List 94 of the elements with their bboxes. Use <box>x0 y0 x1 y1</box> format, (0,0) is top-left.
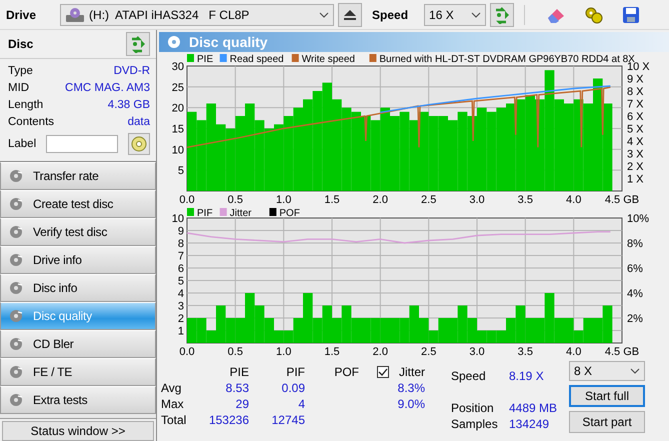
drive-label: Drive <box>6 8 36 22</box>
tick-label: 5 X <box>627 124 644 136</box>
stat-value: 4 <box>297 397 305 411</box>
tick-label: 2.5 <box>421 346 436 358</box>
info-value: CMC MAG. AM3 <box>65 82 150 94</box>
info-value: DVD-R <box>114 65 150 77</box>
tick-label: 3 X <box>627 148 644 160</box>
legend-label: Jitter <box>230 208 252 219</box>
tick-label: 4.5 GB <box>604 346 640 358</box>
drive-name: (H:) ATAPI iHAS324 F CL8P <box>89 8 250 22</box>
legend-label: PIE <box>197 54 214 65</box>
reading-value: 4489 MB <box>509 401 558 415</box>
reading-label: Speed <box>451 369 487 383</box>
tick-label: 9 <box>178 226 184 238</box>
label-caption: Label <box>8 138 36 150</box>
speed-value: 16 X <box>429 8 455 22</box>
tick-label: 1 <box>178 326 184 338</box>
tick-label: 3.0 <box>469 194 485 206</box>
tick-label: 4 <box>178 288 184 300</box>
stat-value: 8.53 <box>224 381 249 395</box>
legend-label: PIF <box>197 208 213 219</box>
tick-label: 0.0 <box>179 194 195 206</box>
tick-label: 15 <box>172 124 184 136</box>
tick-label: 3.5 <box>518 346 533 358</box>
tick-label: 8 X <box>627 86 644 98</box>
info-value: data <box>128 116 150 128</box>
tick-label: 10% <box>627 213 650 225</box>
info-label: Type <box>8 65 33 77</box>
legend-label: Read speed <box>230 54 284 65</box>
stat-value: 29 <box>234 397 249 411</box>
tick-label: 1.5 <box>324 194 340 206</box>
tick-label: 0.0 <box>179 346 195 358</box>
tick-label: 0.5 <box>228 346 243 358</box>
tick-label: 20 <box>172 102 184 115</box>
disc-title: Disc <box>8 37 34 51</box>
tick-label: 6 X <box>627 111 644 123</box>
info-label: Length <box>8 99 44 111</box>
tick-label: 1.0 <box>276 346 292 358</box>
info-value: 4.38 GB <box>108 99 150 111</box>
tick-label: 10 <box>172 144 184 156</box>
legend-label: Write speed <box>302 54 355 65</box>
column-header: POF <box>333 365 359 379</box>
stat-value: 8.3% <box>396 381 425 395</box>
tick-label: 7 X <box>627 98 644 110</box>
tick-label: 2.5 <box>421 194 436 206</box>
column-header: Jitter <box>398 365 425 379</box>
tick-label: 10 X <box>627 61 650 73</box>
tick-label: 8% <box>627 238 643 250</box>
info-label: Contents <box>8 116 54 128</box>
tick-label: 1 X <box>627 174 644 186</box>
tick-label: 4.0 <box>566 346 582 358</box>
tick-label: 2% <box>627 313 643 325</box>
stat-value: 9.0% <box>396 397 425 411</box>
row-label: Avg <box>160 381 182 395</box>
tick-label: 4 X <box>627 136 644 148</box>
tick-label: 2.0 <box>372 346 388 358</box>
tick-label: 6% <box>627 263 643 275</box>
legend-label: POF <box>279 208 300 219</box>
tick-label: 6 <box>178 263 184 275</box>
tick-label: 30 <box>172 61 184 73</box>
reading-label: Position <box>451 401 495 415</box>
panel-title: Disc quality <box>189 34 268 50</box>
tick-label: 9 X <box>627 74 644 86</box>
info-label: MID <box>8 82 30 94</box>
tick-label: 0.5 <box>228 194 243 206</box>
tick-label: 7 <box>178 250 184 262</box>
tick-label: 25 <box>172 82 184 94</box>
stat-value: 153236 <box>208 413 249 427</box>
tick-label: 1.5 <box>324 346 340 358</box>
stat-value: 12745 <box>270 413 305 427</box>
row-label: Total <box>160 413 188 427</box>
column-header: PIE <box>228 365 249 379</box>
reading-value: 134249 <box>509 417 550 431</box>
reading-value: 8.19 X <box>509 369 544 383</box>
tick-label: 10 <box>172 213 184 225</box>
tick-label: 2 X <box>627 161 644 173</box>
tick-label: 2 <box>178 313 184 325</box>
tick-label: 3.0 <box>469 346 485 358</box>
tick-label: 3 <box>178 300 184 312</box>
tick-label: 4% <box>627 288 643 300</box>
speed-value: 8 X <box>574 364 592 378</box>
tick-label: 1.0 <box>276 194 292 206</box>
tick-label: 5 <box>178 276 184 288</box>
reading-label: Samples <box>451 417 499 431</box>
tick-label: 4.0 <box>566 194 582 206</box>
tick-label: 8 <box>178 238 184 250</box>
stat-value: 0.09 <box>280 381 305 395</box>
tick-label: 4.5 GB <box>604 194 640 206</box>
row-label: Max <box>160 397 185 411</box>
tick-label: 5 <box>178 165 184 178</box>
tick-label: 3.5 <box>518 194 533 206</box>
speed-label: Speed <box>372 8 408 22</box>
column-header: PIF <box>285 365 305 379</box>
tick-label: 2.0 <box>372 194 388 206</box>
